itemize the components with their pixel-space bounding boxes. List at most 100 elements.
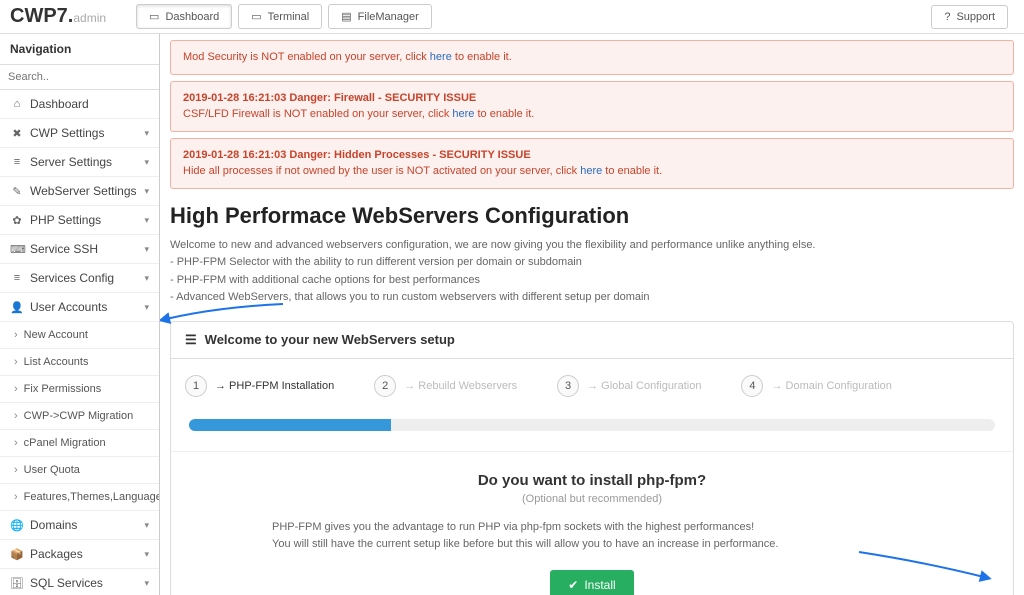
- question-desc: PHP-FPM gives you the advantage to run P…: [272, 519, 912, 554]
- brand-main: CWP7.: [10, 5, 73, 27]
- nav-label: Packages: [30, 547, 83, 561]
- chevron-down-icon: ▾: [144, 186, 149, 197]
- topbar: CWP7.admin ▭ Dashboard ▭ Terminal ▤ File…: [0, 0, 1024, 34]
- sliders-icon: ☰: [185, 332, 197, 348]
- chevron-down-icon: ▾: [144, 578, 149, 589]
- terminal-label: Terminal: [268, 11, 310, 23]
- search-input[interactable]: [0, 65, 159, 90]
- nav-label: Server Settings: [30, 155, 112, 169]
- support-label: Support: [956, 11, 995, 23]
- wizard-header-label: Welcome to your new WebServers setup: [205, 332, 455, 347]
- main-content: Mod Security is NOT enabled on your serv…: [160, 34, 1024, 595]
- alert-body: CSF/LFD Firewall is NOT enabled on your …: [183, 106, 1001, 123]
- alert-body: Hide all processes if not owned by the u…: [183, 163, 1001, 180]
- wizard-header: ☰ Welcome to your new WebServers setup: [171, 322, 1013, 359]
- nav-icon: 🌐: [10, 519, 24, 532]
- alert-body: Mod Security is NOT enabled on your serv…: [183, 49, 1001, 66]
- page-intro: Welcome to new and advanced webservers c…: [170, 237, 1014, 307]
- filemanager-button[interactable]: ▤ FileManager: [328, 4, 432, 29]
- chevron-down-icon: ▾: [144, 273, 149, 284]
- question-icon: ?: [944, 11, 950, 23]
- sidebar-item[interactable]: ≡Services Config▾: [0, 264, 159, 293]
- nav-label: Domains: [30, 518, 77, 532]
- nav-label: CWP Settings: [30, 126, 104, 140]
- sidebar-item[interactable]: 📦 Packages ▾: [0, 540, 159, 569]
- terminal-icon: ▭: [251, 10, 261, 23]
- alert-title: 2019-01-28 16:21:03 Danger: Firewall - S…: [183, 90, 1001, 107]
- sidebar-item[interactable]: ⌂ Dashboard: [0, 90, 159, 119]
- nav-icon: ⌨: [10, 243, 24, 256]
- nav-header: Navigation: [0, 34, 159, 65]
- sidebar-subitem[interactable]: cPanel Migration: [0, 430, 159, 457]
- nav-icon: ✖: [10, 127, 24, 140]
- sidebar-subitem[interactable]: Features,Themes,Languages: [0, 484, 159, 511]
- nav-icon: ⌂: [10, 98, 24, 110]
- step-label: → Global Configuration: [587, 380, 701, 392]
- dashboard-label: Dashboard: [165, 11, 219, 23]
- sidebar-subitem[interactable]: CWP->CWP Migration: [0, 403, 159, 430]
- sidebar: Navigation ⌂Dashboard✖CWP Settings▾≡Serv…: [0, 34, 160, 595]
- nav-icon: 📦: [10, 548, 24, 561]
- nav-icon: 👤: [10, 301, 24, 314]
- chevron-down-icon: ▾: [144, 302, 149, 313]
- sidebar-item[interactable]: 👤 User Accounts ▾: [0, 293, 159, 322]
- terminal-button[interactable]: ▭ Terminal: [238, 4, 322, 29]
- nav-label: User Accounts: [30, 300, 107, 314]
- question-optional: (Optional but recommended): [201, 493, 983, 505]
- check-circle-icon: ✔: [568, 578, 578, 592]
- sidebar-subitem[interactable]: New Account: [0, 322, 159, 349]
- step-number: 1: [185, 375, 207, 397]
- sidebar-item[interactable]: ✿PHP Settings▾: [0, 206, 159, 235]
- desc-line: PHP-FPM gives you the advantage to run P…: [272, 519, 912, 537]
- nav-icon: ✎: [10, 185, 24, 198]
- sidebar-item[interactable]: 🗄 SQL Services ▾: [0, 569, 159, 595]
- brand: CWP7.admin: [10, 5, 106, 28]
- chevron-down-icon: ▾: [144, 520, 149, 531]
- dashboard-button[interactable]: ▭ Dashboard: [136, 4, 232, 29]
- sidebar-item[interactable]: ✎WebServer Settings▾: [0, 177, 159, 206]
- step-label: → Domain Configuration: [771, 380, 891, 392]
- folder-icon: ▤: [341, 10, 351, 23]
- intro-bullet: - PHP-FPM with additional cache options …: [170, 272, 1014, 290]
- nav-label: SQL Services: [30, 576, 103, 590]
- brand-sub: admin: [73, 11, 106, 25]
- sidebar-subitem[interactable]: User Quota: [0, 457, 159, 484]
- chevron-down-icon: ▾: [144, 549, 149, 560]
- alert-title: 2019-01-28 16:21:03 Danger: Hidden Proce…: [183, 147, 1001, 164]
- intro-line: Welcome to new and advanced webservers c…: [170, 237, 1014, 255]
- chevron-down-icon: ▾: [144, 244, 149, 255]
- support-button[interactable]: ? Support: [931, 5, 1008, 29]
- wizard-question: Do you want to install php-fpm? (Optiona…: [171, 451, 1013, 595]
- wizard-step[interactable]: 1 → PHP-FPM Installation: [185, 375, 334, 397]
- chevron-down-icon: ▾: [144, 215, 149, 226]
- progress-bar-track: [189, 419, 995, 431]
- alert-link[interactable]: here: [580, 165, 602, 177]
- intro-bullet: - Advanced WebServers, that allows you t…: [170, 289, 1014, 307]
- install-label: Install: [584, 578, 615, 592]
- sidebar-item[interactable]: 🌐 Domains ▾: [0, 511, 159, 540]
- nav-icon: ≡: [10, 156, 24, 168]
- sidebar-item[interactable]: ✖ CWP Settings ▾: [0, 119, 159, 148]
- sidebar-subitem[interactable]: List Accounts: [0, 349, 159, 376]
- nav-icon: 🗄: [10, 577, 24, 590]
- alert-link[interactable]: here: [452, 108, 474, 120]
- wizard-step[interactable]: 4→ Domain Configuration: [741, 375, 891, 397]
- step-label: → PHP-FPM Installation: [215, 380, 334, 392]
- wizard-step[interactable]: 2→ Rebuild Webservers: [374, 375, 517, 397]
- sidebar-item[interactable]: ⌨Service SSH▾: [0, 235, 159, 264]
- step-label: → Rebuild Webservers: [404, 380, 517, 392]
- install-button[interactable]: ✔ Install: [550, 570, 633, 595]
- alert-box: 2019-01-28 16:21:03 Danger: Hidden Proce…: [170, 138, 1014, 189]
- nav-label: PHP Settings: [30, 213, 101, 227]
- nav-label: Dashboard: [30, 97, 89, 111]
- wizard-steps: 1 → PHP-FPM Installation 2→ Rebuild Webser…: [171, 359, 1013, 419]
- alert-box: 2019-01-28 16:21:03 Danger: Firewall - S…: [170, 81, 1014, 132]
- sidebar-item[interactable]: ≡Server Settings▾: [0, 148, 159, 177]
- chevron-down-icon: ▾: [144, 128, 149, 139]
- sidebar-subitem[interactable]: Fix Permissions: [0, 376, 159, 403]
- desc-line: You will still have the current setup li…: [272, 536, 912, 554]
- nav-icon: ≡: [10, 272, 24, 284]
- wizard-step[interactable]: 3→ Global Configuration: [557, 375, 701, 397]
- progress-bar: [189, 419, 391, 431]
- alert-link[interactable]: here: [430, 51, 452, 63]
